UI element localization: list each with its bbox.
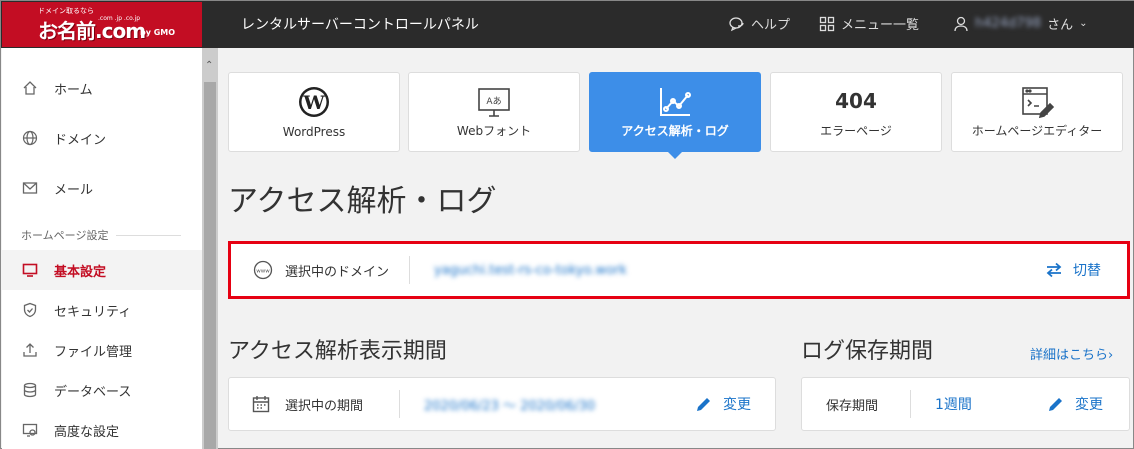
divider	[399, 390, 400, 418]
tool-card-label: アクセス解析・ログ	[621, 124, 729, 138]
help-label: ヘルプ	[751, 18, 791, 33]
switch-label: 切替	[1073, 263, 1101, 279]
switch-arrows-icon	[1046, 262, 1062, 278]
sidebar-section-homepage: ホームページ設定	[21, 227, 181, 243]
home-icon	[22, 80, 38, 96]
settings-monitor-icon	[22, 422, 38, 438]
pencil-icon	[697, 398, 710, 411]
analytics-icon	[590, 85, 760, 119]
sidebar-item-advanced-settings[interactable]: 高度な設定	[2, 410, 202, 449]
user-suffix: さん	[1047, 18, 1074, 33]
monitor-icon	[22, 262, 38, 278]
user-icon	[954, 16, 968, 31]
tool-card-label: ホームページエディター	[971, 124, 1103, 138]
shield-icon	[22, 302, 38, 318]
analysis-period-panel: 選択中の期間 2020/06/23 ～ 2020/06/30 変更	[228, 377, 776, 431]
sidebar-item-label: セキュリティ	[54, 304, 132, 320]
selected-domain-box: www 選択中のドメイン yaguchi.test-rs-co-tokyo.wo…	[228, 241, 1130, 299]
sidebar-item-mail[interactable]: メール	[2, 168, 202, 208]
editor-icon	[952, 85, 1122, 119]
logo-gmo: by GMO	[140, 28, 176, 37]
help-link[interactable]: ヘルプ	[729, 14, 790, 33]
pencil-icon	[1049, 398, 1062, 411]
selected-domain-value: yaguchi.test-rs-co-tokyo.work	[434, 262, 627, 278]
section-label: ホームページ設定	[21, 229, 109, 242]
switch-domain-button[interactable]: 切替	[1045, 260, 1101, 280]
change-period-button[interactable]: 変更	[695, 394, 751, 414]
analysis-period-title: アクセス解析表示期間	[228, 339, 447, 364]
wordpress-icon: W	[229, 85, 399, 119]
edit-label: 変更	[1075, 397, 1103, 413]
app-title: レンタルサーバーコントロールパネル	[241, 17, 479, 33]
sidebar-item-database[interactable]: データベース	[2, 370, 202, 410]
tool-card-homepage-editor[interactable]: ホームページエディター	[951, 72, 1123, 152]
error-404-icon: 404	[835, 89, 877, 113]
www-globe-icon: www	[253, 260, 273, 280]
sidebar-item-label: ドメイン	[54, 132, 107, 148]
menu-label: メニュー一覧	[841, 18, 920, 33]
webfont-icon: Aあ	[409, 85, 579, 119]
sidebar-item-label: 高度な設定	[54, 424, 120, 440]
retention-value: 1週間	[935, 397, 972, 413]
svg-text:www: www	[256, 269, 270, 275]
svg-text:Aあ: Aあ	[486, 96, 501, 107]
scroll-up-icon[interactable]: ⌃	[205, 60, 213, 71]
sidebar-item-home[interactable]: ホーム	[2, 68, 202, 108]
sidebar-item-label: ホーム	[54, 82, 93, 98]
sidebar: ホーム ドメイン メール ホームページ設定 基本設定 セキュリティ ファイル管理…	[2, 48, 202, 449]
edit-label: 変更	[723, 397, 751, 413]
change-retention-button[interactable]: 変更	[1047, 394, 1103, 414]
selected-domain-label: 選択中のドメイン	[285, 264, 390, 280]
log-retention-panel: 保存期間 1週間 変更	[801, 377, 1130, 431]
sidebar-item-domain[interactable]: ドメイン	[2, 118, 202, 158]
menu-list-link[interactable]: メニュー一覧	[819, 14, 919, 33]
period-label: 選択中の期間	[285, 398, 364, 414]
tool-card-label: Webフォント	[456, 124, 532, 138]
tool-card-label: WordPress	[282, 125, 346, 139]
mail-icon	[22, 180, 38, 196]
sidebar-item-label: 基本設定	[54, 264, 107, 280]
tool-card-webfont[interactable]: Aあ Webフォント	[408, 72, 580, 152]
globe-icon	[22, 130, 38, 146]
sidebar-item-basic-settings[interactable]: 基本設定	[2, 250, 202, 290]
grid-icon	[819, 16, 835, 31]
database-icon	[22, 382, 38, 398]
chevron-down-icon: ⌄	[1079, 18, 1088, 29]
scrollbar-thumb[interactable]	[204, 82, 216, 449]
top-bar: ドメイン取るなら お名前.com .com .jp .co.jp by GMO …	[1, 1, 1134, 48]
sidebar-item-label: ファイル管理	[54, 344, 133, 360]
chat-help-icon	[729, 16, 744, 31]
user-menu[interactable]: h424d798 さん ⌄	[953, 14, 1088, 33]
tool-card-access-analytics[interactable]: アクセス解析・ログ	[589, 72, 761, 159]
period-value: 2020/06/23 ～ 2020/06/30	[424, 398, 596, 414]
calendar-icon	[251, 394, 271, 414]
page-title: アクセス解析・ログ	[228, 184, 497, 219]
sidebar-item-security[interactable]: セキュリティ	[2, 290, 202, 330]
divider	[409, 256, 410, 284]
tool-card-wordpress[interactable]: W WordPress	[228, 72, 400, 152]
log-retention-title: ログ保存期間	[801, 339, 934, 364]
svg-text:W: W	[302, 92, 325, 114]
upload-icon	[22, 342, 38, 358]
logo-sub: .com .jp .co.jp	[98, 15, 141, 22]
onamae-logo[interactable]: ドメイン取るなら お名前.com .com .jp .co.jp by GMO	[2, 2, 202, 47]
sidebar-scrollbar[interactable]: ⌃	[202, 48, 218, 449]
user-name: h424d798	[975, 16, 1042, 31]
sidebar-item-label: データベース	[54, 384, 132, 400]
sidebar-item-file-manager[interactable]: ファイル管理	[2, 330, 202, 370]
retention-label: 保存期間	[826, 398, 879, 414]
detail-link[interactable]: 詳細はこちら›	[1030, 344, 1113, 363]
sidebar-item-label: メール	[54, 182, 94, 198]
divider	[910, 390, 911, 418]
tool-card-label: エラーページ	[820, 124, 892, 138]
tool-card-error-page[interactable]: 404 エラーページ	[770, 72, 942, 152]
